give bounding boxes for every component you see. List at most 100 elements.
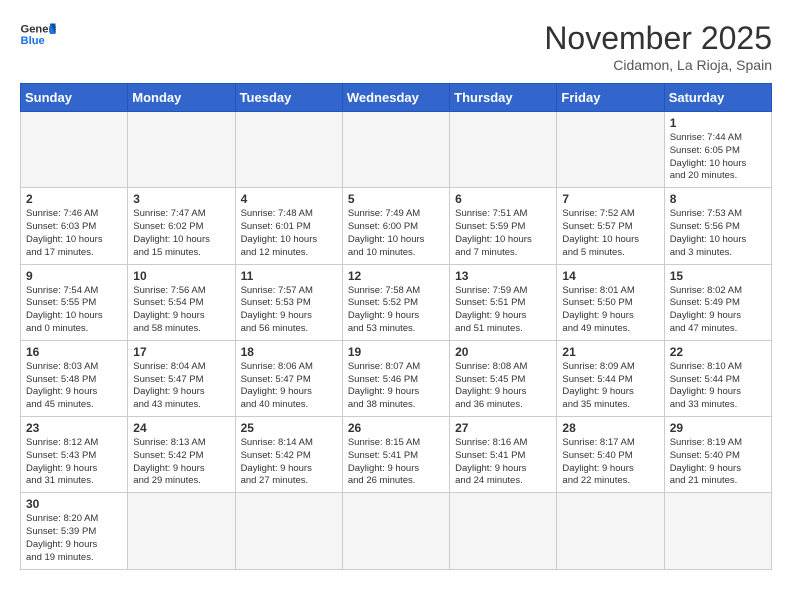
day-info: Sunrise: 7:51 AM Sunset: 5:59 PM Dayligh…: [455, 208, 551, 259]
day-cell: [342, 493, 449, 569]
day-number: 17: [133, 345, 229, 359]
day-number: 30: [26, 497, 122, 511]
day-cell: 20 Sunrise: 8:08 AM Sunset: 5:45 PM Dayli…: [450, 340, 557, 416]
day-number: 6: [455, 192, 551, 206]
day-cell: 7 Sunrise: 7:52 AM Sunset: 5:57 PM Daylig…: [557, 188, 664, 264]
day-cell: 19Sunrise: 8:07 AM Sunset: 5:46 PM Dayli…: [342, 340, 449, 416]
day-cell: 13 Sunrise: 7:59 AM Sunset: 5:51 PM Dayli…: [450, 264, 557, 340]
weekday-header-friday: Friday: [557, 84, 664, 112]
day-cell: 23Sunrise: 8:12 AM Sunset: 5:43 PM Dayli…: [21, 417, 128, 493]
day-info: Sunrise: 8:13 AM Sunset: 5:42 PM Dayligh…: [133, 437, 229, 488]
day-cell: 4 Sunrise: 7:48 AM Sunset: 6:01 PM Daylig…: [235, 188, 342, 264]
day-info: Sunrise: 7:47 AM Sunset: 6:02 PM Dayligh…: [133, 208, 229, 259]
day-info: Sunrise: 7:49 AM Sunset: 6:00 PM Dayligh…: [348, 208, 444, 259]
day-number: 24: [133, 421, 229, 435]
day-cell: 1 Sunrise: 7:44 AM Sunset: 6:05 PM Daylig…: [664, 112, 771, 188]
day-number: 5: [348, 192, 444, 206]
day-info: Sunrise: 7:57 AM Sunset: 5:53 PM Dayligh…: [241, 285, 337, 336]
day-cell: 21 Sunrise: 8:09 AM Sunset: 5:44 PM Dayli…: [557, 340, 664, 416]
weekday-header-row: SundayMondayTuesdayWednesdayThursdayFrid…: [21, 84, 772, 112]
day-number: 29: [670, 421, 766, 435]
day-cell: 28 Sunrise: 8:17 AM Sunset: 5:40 PM Dayli…: [557, 417, 664, 493]
day-number: 11: [241, 269, 337, 283]
day-info: Sunrise: 8:02 AM Sunset: 5:49 PM Dayligh…: [670, 285, 766, 336]
day-cell: [128, 493, 235, 569]
day-number: 14: [562, 269, 658, 283]
week-row-1: 1 Sunrise: 7:44 AM Sunset: 6:05 PM Daylig…: [21, 112, 772, 188]
day-number: 12: [348, 269, 444, 283]
day-info: Sunrise: 7:52 AM Sunset: 5:57 PM Dayligh…: [562, 208, 658, 259]
day-info: Sunrise: 8:10 AM Sunset: 5:44 PM Dayligh…: [670, 361, 766, 412]
week-row-3: 9Sunrise: 7:54 AM Sunset: 5:55 PM Daylig…: [21, 264, 772, 340]
day-info: Sunrise: 7:48 AM Sunset: 6:01 PM Dayligh…: [241, 208, 337, 259]
day-number: 23: [26, 421, 122, 435]
day-cell: [664, 493, 771, 569]
day-cell: 9Sunrise: 7:54 AM Sunset: 5:55 PM Daylig…: [21, 264, 128, 340]
day-number: 22: [670, 345, 766, 359]
month-title: November 2025: [544, 20, 772, 57]
day-cell: [557, 493, 664, 569]
day-cell: 14Sunrise: 8:01 AM Sunset: 5:50 PM Dayli…: [557, 264, 664, 340]
subtitle: Cidamon, La Rioja, Spain: [544, 57, 772, 73]
day-cell: 8 Sunrise: 7:53 AM Sunset: 5:56 PM Daylig…: [664, 188, 771, 264]
weekday-header-thursday: Thursday: [450, 84, 557, 112]
day-number: 20: [455, 345, 551, 359]
day-info: Sunrise: 8:16 AM Sunset: 5:41 PM Dayligh…: [455, 437, 551, 488]
weekday-header-tuesday: Tuesday: [235, 84, 342, 112]
day-number: 21: [562, 345, 658, 359]
day-cell: 16 Sunrise: 8:03 AM Sunset: 5:48 PM Dayli…: [21, 340, 128, 416]
day-info: Sunrise: 8:08 AM Sunset: 5:45 PM Dayligh…: [455, 361, 551, 412]
day-info: Sunrise: 7:44 AM Sunset: 6:05 PM Dayligh…: [670, 132, 766, 183]
day-info: Sunrise: 8:19 AM Sunset: 5:40 PM Dayligh…: [670, 437, 766, 488]
day-info: Sunrise: 8:14 AM Sunset: 5:42 PM Dayligh…: [241, 437, 337, 488]
day-cell: 30 Sunrise: 8:20 AM Sunset: 5:39 PM Dayli…: [21, 493, 128, 569]
day-number: 25: [241, 421, 337, 435]
day-number: 28: [562, 421, 658, 435]
day-cell: [342, 112, 449, 188]
day-cell: [235, 112, 342, 188]
day-info: Sunrise: 8:20 AM Sunset: 5:39 PM Dayligh…: [26, 513, 122, 564]
day-cell: [450, 493, 557, 569]
day-cell: 24 Sunrise: 8:13 AM Sunset: 5:42 PM Dayli…: [128, 417, 235, 493]
day-info: Sunrise: 7:46 AM Sunset: 6:03 PM Dayligh…: [26, 208, 122, 259]
day-cell: 17 Sunrise: 8:04 AM Sunset: 5:47 PM Dayli…: [128, 340, 235, 416]
day-cell: 10Sunrise: 7:56 AM Sunset: 5:54 PM Dayli…: [128, 264, 235, 340]
week-row-6: 30 Sunrise: 8:20 AM Sunset: 5:39 PM Dayli…: [21, 493, 772, 569]
day-cell: 3Sunrise: 7:47 AM Sunset: 6:02 PM Daylig…: [128, 188, 235, 264]
day-cell: 25 Sunrise: 8:14 AM Sunset: 5:42 PM Dayli…: [235, 417, 342, 493]
day-info: Sunrise: 8:17 AM Sunset: 5:40 PM Dayligh…: [562, 437, 658, 488]
day-info: Sunrise: 8:04 AM Sunset: 5:47 PM Dayligh…: [133, 361, 229, 412]
day-cell: 26Sunrise: 8:15 AM Sunset: 5:41 PM Dayli…: [342, 417, 449, 493]
day-info: Sunrise: 8:07 AM Sunset: 5:46 PM Dayligh…: [348, 361, 444, 412]
calendar-table: SundayMondayTuesdayWednesdayThursdayFrid…: [20, 83, 772, 570]
title-area: November 2025 Cidamon, La Rioja, Spain: [544, 20, 772, 73]
svg-text:Blue: Blue: [21, 35, 45, 47]
day-cell: 5 Sunrise: 7:49 AM Sunset: 6:00 PM Daylig…: [342, 188, 449, 264]
day-number: 4: [241, 192, 337, 206]
day-cell: [450, 112, 557, 188]
day-cell: [235, 493, 342, 569]
day-number: 7: [562, 192, 658, 206]
day-info: Sunrise: 7:56 AM Sunset: 5:54 PM Dayligh…: [133, 285, 229, 336]
day-cell: 22 Sunrise: 8:10 AM Sunset: 5:44 PM Dayli…: [664, 340, 771, 416]
day-cell: 12Sunrise: 7:58 AM Sunset: 5:52 PM Dayli…: [342, 264, 449, 340]
day-cell: 18Sunrise: 8:06 AM Sunset: 5:47 PM Dayli…: [235, 340, 342, 416]
day-info: Sunrise: 8:03 AM Sunset: 5:48 PM Dayligh…: [26, 361, 122, 412]
day-cell: 15 Sunrise: 8:02 AM Sunset: 5:49 PM Dayli…: [664, 264, 771, 340]
header: General Blue November 2025 Cidamon, La R…: [20, 20, 772, 73]
day-info: Sunrise: 7:53 AM Sunset: 5:56 PM Dayligh…: [670, 208, 766, 259]
day-number: 15: [670, 269, 766, 283]
day-info: Sunrise: 7:59 AM Sunset: 5:51 PM Dayligh…: [455, 285, 551, 336]
day-number: 16: [26, 345, 122, 359]
day-number: 8: [670, 192, 766, 206]
day-cell: 29 Sunrise: 8:19 AM Sunset: 5:40 PM Dayli…: [664, 417, 771, 493]
week-row-4: 16 Sunrise: 8:03 AM Sunset: 5:48 PM Dayli…: [21, 340, 772, 416]
day-info: Sunrise: 8:15 AM Sunset: 5:41 PM Dayligh…: [348, 437, 444, 488]
weekday-header-sunday: Sunday: [21, 84, 128, 112]
day-cell: [557, 112, 664, 188]
day-info: Sunrise: 8:09 AM Sunset: 5:44 PM Dayligh…: [562, 361, 658, 412]
day-number: 13: [455, 269, 551, 283]
weekday-header-wednesday: Wednesday: [342, 84, 449, 112]
day-cell: 27Sunrise: 8:16 AM Sunset: 5:41 PM Dayli…: [450, 417, 557, 493]
day-number: 1: [670, 116, 766, 130]
